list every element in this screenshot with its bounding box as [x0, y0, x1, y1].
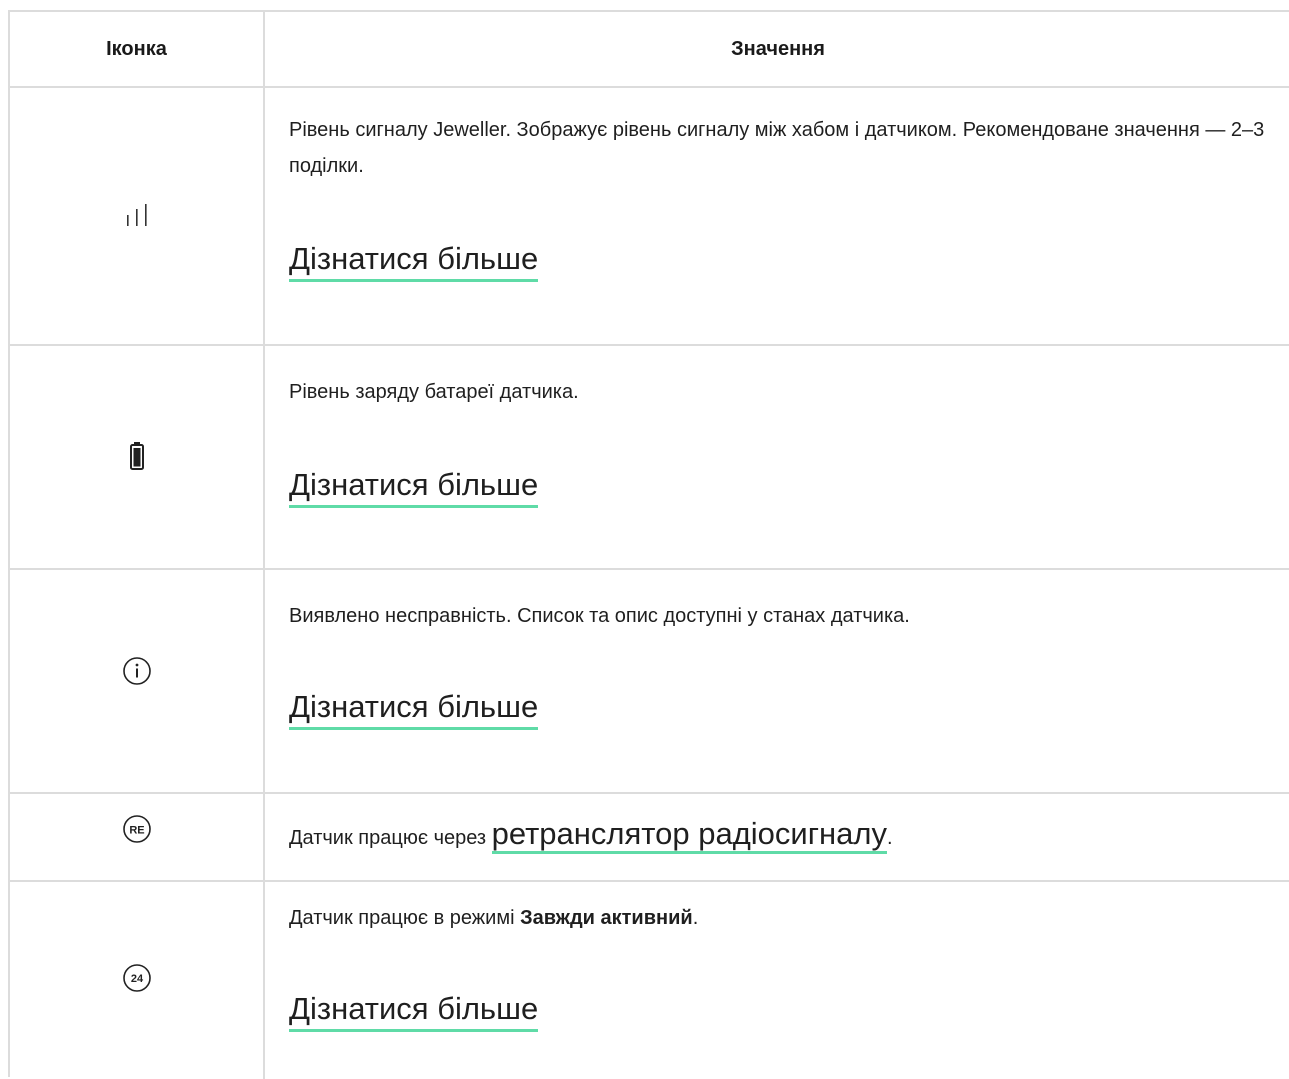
learn-more-link[interactable]: Дізнатися більше: [289, 688, 539, 730]
meaning-cell: Рівень заряду батареї датчика. Дізнатися…: [267, 346, 1289, 568]
row-text-before: Датчик працює в режимі: [289, 907, 521, 929]
icon-cell: 24: [10, 882, 265, 1079]
info-icon: [122, 657, 151, 685]
range-extender-icon-text: RE: [129, 825, 144, 837]
meaning-cell: Датчик працює через ретранслятор радіоси…: [267, 794, 1289, 880]
table-row: RE Датчик працює через ретранслятор раді…: [10, 794, 1289, 882]
row-description: Виявлено несправність. Список та опис до…: [289, 605, 910, 627]
row-text-after: .: [692, 907, 699, 929]
row-text-after: .: [887, 827, 893, 849]
row-text-before: Датчик працює через: [289, 827, 492, 849]
header-meaning-label: Значення: [731, 37, 825, 60]
row-description: Рівень заряду батареї датчика.: [289, 381, 579, 403]
icon-cell: [10, 570, 265, 792]
header-cell-meaning: Значення: [267, 12, 1289, 86]
table-row: Рівень сигналу Jeweller. Зображує рівень…: [10, 88, 1289, 346]
always-active-icon: 24: [122, 964, 151, 992]
row-description: Датчик працює через ретранслятор радіоси…: [289, 814, 893, 858]
header-icon-label: Іконка: [106, 37, 167, 60]
icon-cell: RE: [10, 794, 265, 880]
table-row: 24 Датчик працює в режимі Завжди активни…: [10, 882, 1289, 1079]
learn-more-link[interactable]: Дізнатися більше: [289, 466, 539, 508]
meaning-cell: Датчик працює в режимі Завжди активний. …: [267, 882, 1289, 1079]
range-extender-link[interactable]: ретранслятор радіосигналу: [491, 816, 887, 854]
mode-name: Завжди активний: [520, 907, 693, 929]
range-extender-icon: RE: [122, 815, 151, 843]
row-description: Рівень сигналу Jeweller. Зображує рівень…: [289, 119, 1265, 177]
meaning-cell: Рівень сигналу Jeweller. Зображує рівень…: [267, 88, 1289, 344]
header-cell-icon: Іконка: [10, 12, 265, 86]
table-row: Рівень заряду батареї датчика. Дізнатися…: [10, 346, 1289, 570]
learn-more-link[interactable]: Дізнатися більше: [289, 990, 539, 1032]
always-active-icon-text: 24: [130, 973, 143, 985]
signal-strength-icon: [126, 204, 147, 226]
learn-more-link[interactable]: Дізнатися більше: [289, 240, 539, 282]
icon-cell: [10, 88, 265, 344]
meaning-cell: Виявлено несправність. Список та опис до…: [267, 570, 1289, 792]
battery-icon: [129, 442, 144, 470]
icon-cell: [10, 346, 265, 568]
table-row: Виявлено несправність. Список та опис до…: [10, 570, 1289, 794]
table-header-row: Іконка Значення: [10, 12, 1289, 88]
icons-table: Іконка Значення Рівень сигналу Jeweller.…: [8, 10, 1289, 1079]
row-description: Датчик працює в режимі Завжди активний.: [289, 900, 698, 936]
